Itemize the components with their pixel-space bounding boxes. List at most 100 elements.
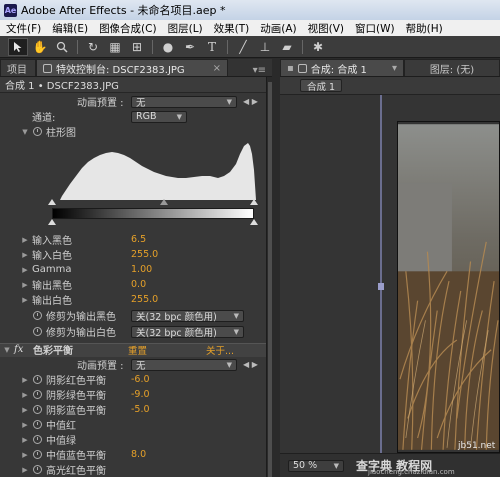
about-link[interactable]: 关于... <box>206 343 234 357</box>
viewer-menu-icon[interactable]: ▪ <box>287 63 294 74</box>
zoom-icon[interactable] <box>52 38 72 56</box>
stopwatch-icon[interactable] <box>33 375 42 384</box>
composition-chip[interactable]: 合成 1 <box>300 79 343 93</box>
expand-triangle-icon[interactable]: ▶ <box>20 251 30 259</box>
effect-controls-header: 合成 1 • DSCF2383.JPG <box>0 77 266 93</box>
menu-help[interactable]: 帮助(H) <box>406 21 443 36</box>
input-white-handle[interactable] <box>250 199 258 205</box>
stopwatch-icon[interactable] <box>33 465 42 474</box>
expand-triangle-icon[interactable]: ▶ <box>20 281 30 289</box>
puppet-pin-icon[interactable]: ✱ <box>308 38 328 56</box>
input-black-handle[interactable] <box>48 199 56 205</box>
expand-triangle-icon[interactable]: ▼ <box>2 346 12 354</box>
channel-value: RGB <box>136 111 157 122</box>
gamma-value[interactable]: 1.00 <box>131 264 152 275</box>
time-indicator-line[interactable] <box>380 95 382 453</box>
menu-file[interactable]: 文件(F) <box>6 21 41 36</box>
menu-window[interactable]: 窗口(W) <box>355 21 395 36</box>
output-black-handle[interactable] <box>48 219 56 225</box>
reset-link[interactable]: 重置 <box>128 343 147 357</box>
stopwatch-icon[interactable] <box>33 405 42 414</box>
anim-preset-value: 无 <box>136 97 146 109</box>
stopwatch-icon[interactable] <box>33 420 42 429</box>
rotate-icon[interactable]: ↻ <box>83 38 103 56</box>
fx-icon[interactable]: fx <box>14 344 23 355</box>
cb-anim-preset-dropdown[interactable]: 无 ▼ <box>131 358 237 372</box>
stopwatch-icon[interactable] <box>33 450 42 459</box>
input-black-value[interactable]: 6.5 <box>131 234 146 245</box>
clip-white-dropdown[interactable]: 关(32 bpc 颜色用) ▼ <box>131 325 244 339</box>
menu-layer[interactable]: 图层(L) <box>168 21 203 36</box>
tab-effect-controls[interactable]: 特效控制台: DSCF2383.JPG × <box>36 59 228 76</box>
stopwatch-icon[interactable] <box>33 390 42 399</box>
menu-effect[interactable]: 效果(T) <box>214 21 250 36</box>
preset-nav-icon[interactable]: ◀ ▶ <box>243 97 258 106</box>
eraser-icon[interactable]: ▰ <box>277 38 297 56</box>
tab-effect-controls-label: 特效控制台: DSCF2383.JPG <box>56 64 185 76</box>
gamma-handle[interactable] <box>160 199 168 205</box>
expand-triangle-icon[interactable]: ▶ <box>20 436 30 444</box>
effect-controls-scrollbar[interactable] <box>266 77 273 477</box>
shadow-green-label: 阴影绿色平衡 <box>46 391 106 402</box>
stopwatch-icon[interactable] <box>33 127 42 136</box>
shadow-red-value[interactable]: -6.0 <box>131 374 150 385</box>
menu-view[interactable]: 视图(V) <box>308 21 344 36</box>
input-white-value[interactable]: 255.0 <box>131 249 158 260</box>
clone-stamp-icon[interactable]: ⊥ <box>255 38 275 56</box>
time-indicator-marker[interactable] <box>378 283 384 290</box>
stopwatch-icon[interactable] <box>33 327 42 336</box>
mid-blue-value[interactable]: 8.0 <box>131 449 146 460</box>
panel-menu-icon[interactable]: ▾≡ <box>247 65 272 76</box>
histogram-label: 柱形图 <box>46 128 76 139</box>
menu-animation[interactable]: 动画(A) <box>260 21 296 36</box>
hi-red-label: 高光红色平衡 <box>46 466 106 477</box>
clip-white-value: 关(32 bpc 颜色用) <box>136 327 217 339</box>
text-icon[interactable]: T <box>202 38 222 56</box>
expand-triangle-icon[interactable]: ▶ <box>20 391 30 399</box>
toolbar-divider <box>152 39 153 54</box>
hand-icon[interactable]: ✋ <box>30 38 50 56</box>
tab-project[interactable]: 项目 <box>0 59 36 76</box>
ellipse-mask-icon[interactable]: ● <box>158 38 178 56</box>
clip-black-row: 修剪为输出黑色 关(32 bpc 颜色用) ▼ <box>0 308 266 323</box>
lock-icon[interactable] <box>297 63 307 73</box>
brush-icon[interactable]: ╱ <box>233 38 253 56</box>
clip-black-dropdown[interactable]: 关(32 bpc 颜色用) ▼ <box>131 309 244 323</box>
tab-layer[interactable]: 图层: (无) <box>404 59 500 76</box>
output-white-value[interactable]: 255.0 <box>131 294 158 305</box>
pan-behind-icon[interactable]: ⊞ <box>127 38 147 56</box>
expand-triangle-icon[interactable]: ▶ <box>20 376 30 384</box>
scrollbar-thumb[interactable] <box>268 82 272 477</box>
stopwatch-icon[interactable] <box>33 311 42 320</box>
menu-composition[interactable]: 图像合成(C) <box>99 21 157 36</box>
stopwatch-icon[interactable] <box>33 435 42 444</box>
expand-triangle-icon[interactable]: ▶ <box>20 466 30 474</box>
chevron-down-icon: ▼ <box>333 461 339 470</box>
menu-edit[interactable]: 编辑(E) <box>52 21 88 36</box>
tab-composition[interactable]: ▪ 合成: 合成 1 ▾ <box>280 59 404 76</box>
zoom-dropdown[interactable]: 50 % ▼ <box>288 459 344 472</box>
expand-triangle-icon[interactable]: ▶ <box>20 296 30 304</box>
color-balance-header[interactable]: ▼ fx 色彩平衡 重置 关于... <box>0 342 266 357</box>
expand-triangle-icon[interactable]: ▶ <box>20 236 30 244</box>
output-white-handle[interactable] <box>250 219 258 225</box>
anim-preset-dropdown[interactable]: 无 ▼ <box>131 95 237 109</box>
expand-triangle-icon[interactable]: ▶ <box>20 451 30 459</box>
lock-icon[interactable] <box>43 63 52 73</box>
expand-triangle-icon[interactable]: ▼ <box>20 128 30 136</box>
channel-dropdown[interactable]: RGB ▼ <box>131 110 187 123</box>
shadow-green-value[interactable]: -9.0 <box>131 389 150 400</box>
menu-bar: 文件(F) 编辑(E) 图像合成(C) 图层(L) 效果(T) 动画(A) 视图… <box>0 20 500 36</box>
selection-arrow-icon[interactable] <box>8 37 28 56</box>
close-icon[interactable]: × <box>213 63 221 74</box>
preset-nav-icon[interactable]: ◀ ▶ <box>243 360 258 369</box>
expand-triangle-icon[interactable]: ▶ <box>20 421 30 429</box>
camera-orbit-icon[interactable]: ▦ <box>105 38 125 56</box>
expand-triangle-icon[interactable]: ▶ <box>20 266 30 274</box>
shadow-blue-value[interactable]: -5.0 <box>131 404 150 415</box>
pen-icon[interactable]: ✒ <box>180 38 200 56</box>
output-black-value[interactable]: 0.0 <box>131 279 146 290</box>
expand-triangle-icon[interactable]: ▶ <box>20 406 30 414</box>
close-icon[interactable]: ▾ <box>392 63 397 74</box>
clip-black-value: 关(32 bpc 颜色用) <box>136 311 217 323</box>
